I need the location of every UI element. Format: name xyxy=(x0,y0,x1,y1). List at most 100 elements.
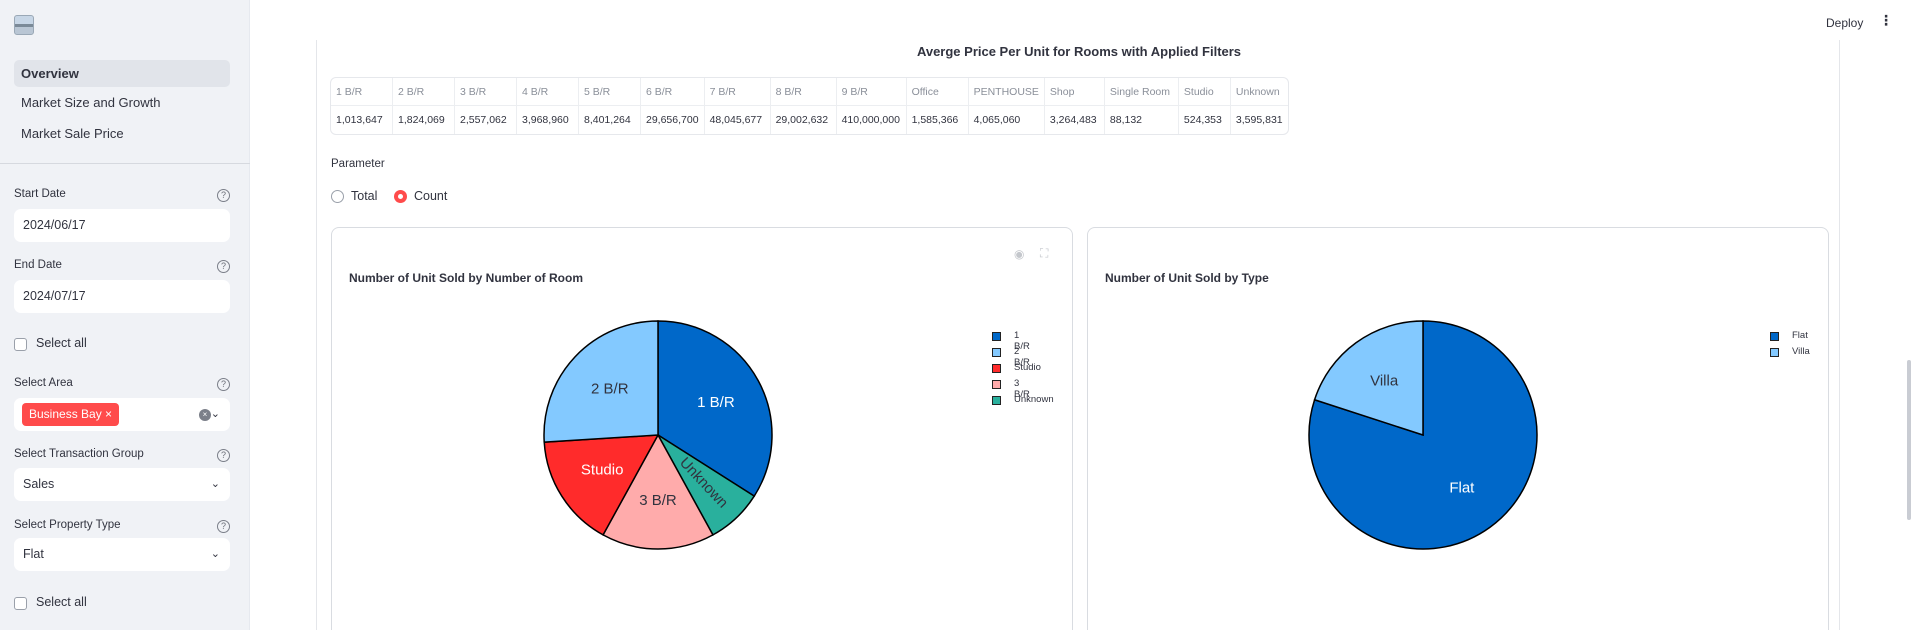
transaction-label: Select Transaction Group xyxy=(14,448,144,460)
radio-count-label: Count xyxy=(414,189,448,203)
table-cell: 8,401,264 xyxy=(579,106,641,134)
column-header[interactable]: 3 B/R xyxy=(455,78,517,106)
select-all-label: Select all xyxy=(36,336,87,350)
price-table: 1 B/R 2 B/R 3 B/R 4 B/R 5 B/R 6 B/R 7 B/R 8 B/R… xyxy=(330,77,1289,135)
column-header[interactable]: 5 B/R xyxy=(579,78,641,106)
radio-total[interactable] xyxy=(331,190,344,203)
legend-label: Villa xyxy=(1792,346,1810,357)
area-multiselect[interactable]: Business Bay × × ⌄ xyxy=(14,398,230,431)
table-cell: 3,968,960 xyxy=(517,106,579,134)
chart-panel-type: Number of Unit Sold by Type Flat Villa Fl… xyxy=(1087,227,1829,630)
select-all-label: Select all xyxy=(36,595,87,609)
table-cell: 3,595,831 xyxy=(1235,114,1283,126)
legend-swatch xyxy=(992,348,1001,357)
pie-chart: Flat Villa xyxy=(1308,320,1538,550)
column-header[interactable]: 8 B/R xyxy=(770,78,837,106)
help-icon[interactable]: ? xyxy=(217,378,230,391)
sidebar-item-market-size[interactable]: Market Size and Growth xyxy=(14,89,230,116)
sidebar-item-overview[interactable]: Overview xyxy=(14,60,230,87)
area-tag-label: Business Bay xyxy=(29,407,102,421)
column-header[interactable]: Shop xyxy=(1044,78,1105,106)
sidebar: Overview Market Size and Growth Market S… xyxy=(0,0,250,630)
column-header[interactable]: Single Room xyxy=(1104,78,1179,106)
help-icon[interactable]: ? xyxy=(217,449,230,462)
chart-title: Number of Unit Sold by Number of Room xyxy=(349,271,583,285)
select-all-checkbox[interactable] xyxy=(14,338,27,351)
fullscreen-icon[interactable]: ⛶ xyxy=(1040,246,1048,261)
table-cell: 88,132 xyxy=(1105,106,1179,134)
table-cell: 2,557,062 xyxy=(455,106,517,134)
transaction-select[interactable]: Sales ⌄ xyxy=(14,468,230,501)
help-icon[interactable]: ? xyxy=(217,260,230,273)
pie-slice-label: 3 B/R xyxy=(639,492,677,509)
table-cell: 3,264,483 xyxy=(1045,106,1105,134)
legend-label: Flat xyxy=(1792,330,1808,341)
legend-swatch xyxy=(992,364,1001,373)
select-all-checkbox[interactable] xyxy=(14,597,27,610)
column-header[interactable]: 1 B/R xyxy=(331,78,393,106)
legend-swatch xyxy=(1770,348,1779,357)
help-icon[interactable]: ? xyxy=(217,520,230,533)
table-cell: 1,824,069 xyxy=(393,106,455,134)
table-row: 1,013,647 1,824,069 2,557,062 3,968,960 8,40… xyxy=(331,106,1288,134)
table-cell: 1,013,647 xyxy=(331,106,393,134)
start-date-input[interactable]: 2024/06/17 xyxy=(14,209,230,242)
column-header[interactable]: 4 B/R xyxy=(517,78,579,106)
deploy-button[interactable]: Deploy xyxy=(1826,16,1863,30)
vertical-scrollbar[interactable] xyxy=(1907,360,1911,520)
legend-swatch xyxy=(1770,332,1779,341)
property-type-label: Select Property Type xyxy=(14,519,121,531)
chevron-down-icon[interactable]: ⌄ xyxy=(211,398,220,431)
column-header[interactable]: 9 B/R xyxy=(836,78,907,106)
column-header[interactable]: Office xyxy=(906,78,969,106)
column-header[interactable]: PENTHOUSE xyxy=(968,78,1045,106)
clear-icon[interactable]: × xyxy=(199,409,211,421)
pie-slice-label: Villa xyxy=(1370,372,1399,389)
pie-chart: 1 B/RUnknown3 B/RStudio2 B/R xyxy=(543,320,773,550)
column-header[interactable]: 2 B/R xyxy=(393,78,455,106)
legend-swatch xyxy=(992,332,1001,341)
table-cell: 524,353 xyxy=(1179,106,1231,134)
main-menu-icon[interactable]: ⋮ xyxy=(1879,13,1893,27)
sidebar-divider xyxy=(0,163,250,164)
table-cell: 29,656,700 xyxy=(641,106,705,134)
radio-total-label: Total xyxy=(351,189,378,203)
chevron-down-icon[interactable]: ⌄ xyxy=(211,538,220,571)
chart-panel-rooms: ◉ ⛶ Number of Unit Sold by Number of Roo… xyxy=(331,227,1073,630)
pie-slice-label: 2 B/R xyxy=(591,381,629,398)
property-type-select[interactable]: Flat ⌄ xyxy=(14,538,230,571)
legend-label: Unknown xyxy=(1014,394,1054,405)
sidebar-item-market-sale-price[interactable]: Market Sale Price xyxy=(14,120,230,147)
table-cell: 1,585,366 xyxy=(907,106,969,134)
transaction-value: Sales xyxy=(23,477,55,491)
area-tag[interactable]: Business Bay × xyxy=(22,403,120,426)
legend-swatch xyxy=(992,380,1001,389)
table-cell: 410,000,000 xyxy=(837,106,907,134)
end-date-input[interactable]: 2024/07/17 xyxy=(14,280,230,313)
table-header-row: 1 B/R 2 B/R 3 B/R 4 B/R 5 B/R 6 B/R 7 B/R 8 B/R… xyxy=(331,78,1288,106)
tag-remove-icon[interactable]: × xyxy=(105,407,112,421)
column-header[interactable]: 6 B/R xyxy=(641,78,705,106)
table-title: Averge Price Per Unit for Rooms with App… xyxy=(916,44,1242,59)
chevron-down-icon[interactable]: ⌄ xyxy=(211,468,220,501)
table-cell: 48,045,677 xyxy=(705,106,771,134)
end-date-label: End Date xyxy=(14,259,62,271)
chart-title: Number of Unit Sold by Type xyxy=(1105,271,1269,285)
property-type-value: Flat xyxy=(23,547,44,561)
table-cell: 29,002,632 xyxy=(771,106,837,134)
pie-slice-label: 1 B/R xyxy=(697,394,735,411)
pie-slice-label: Studio xyxy=(581,461,624,478)
camera-icon[interactable]: ◉ xyxy=(1014,247,1024,261)
column-header[interactable]: Unknown xyxy=(1230,78,1288,106)
app-logo-icon[interactable] xyxy=(14,15,34,35)
column-header[interactable]: 7 B/R xyxy=(704,78,771,106)
table-cell: 4,065,060 xyxy=(969,106,1045,134)
radio-count[interactable] xyxy=(394,190,407,203)
parameter-label: Parameter xyxy=(331,158,385,170)
pie-slice-label: Flat xyxy=(1449,479,1475,496)
area-label: Select Area xyxy=(14,377,73,389)
legend-swatch xyxy=(992,396,1001,405)
column-header[interactable]: Studio xyxy=(1178,78,1231,106)
help-icon[interactable]: ? xyxy=(217,189,230,202)
start-date-label: Start Date xyxy=(14,188,66,200)
